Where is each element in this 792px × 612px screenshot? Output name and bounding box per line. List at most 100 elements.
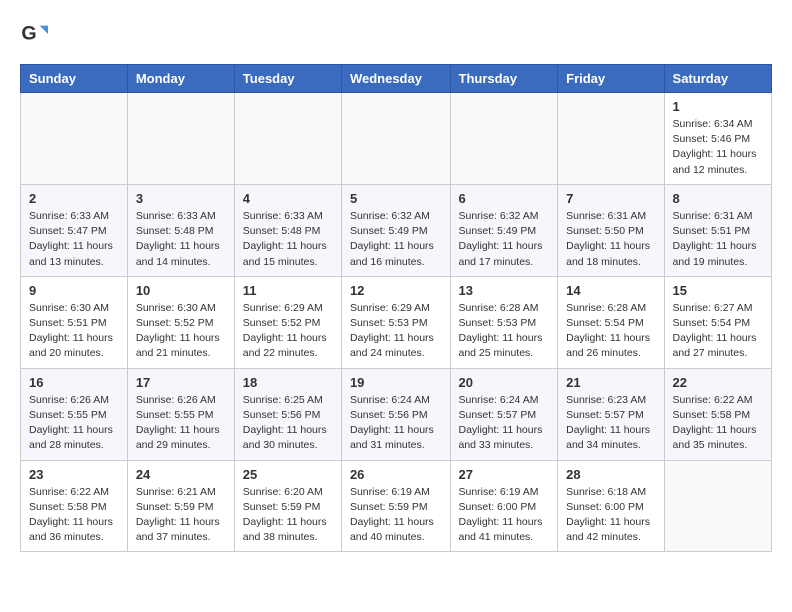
- calendar-cell: [664, 460, 771, 552]
- day-number: 15: [673, 283, 763, 298]
- week-row-1: 1 Sunrise: 6:34 AM Sunset: 5:46 PM Daylig…: [21, 93, 772, 185]
- calendar-cell: 24 Sunrise: 6:21 AM Sunset: 5:59 PM Dayli…: [127, 460, 234, 552]
- day-number: 24: [136, 467, 226, 482]
- weekday-header-tuesday: Tuesday: [234, 65, 341, 93]
- day-info: Sunrise: 6:26 AM Sunset: 5:55 PM Dayligh…: [29, 393, 119, 454]
- weekday-header-wednesday: Wednesday: [341, 65, 450, 93]
- day-info: Sunrise: 6:26 AM Sunset: 5:55 PM Dayligh…: [136, 393, 226, 454]
- day-info: Sunrise: 6:30 AM Sunset: 5:51 PM Dayligh…: [29, 301, 119, 362]
- calendar-cell: 17 Sunrise: 6:26 AM Sunset: 5:55 PM Dayli…: [127, 368, 234, 460]
- calendar-cell: 11 Sunrise: 6:29 AM Sunset: 5:52 PM Dayli…: [234, 276, 341, 368]
- day-info: Sunrise: 6:34 AM Sunset: 5:46 PM Dayligh…: [673, 117, 763, 178]
- day-number: 16: [29, 375, 119, 390]
- calendar-cell: 4 Sunrise: 6:33 AM Sunset: 5:48 PM Daylig…: [234, 184, 341, 276]
- calendar-cell: [341, 93, 450, 185]
- day-number: 2: [29, 191, 119, 206]
- day-number: 21: [566, 375, 655, 390]
- day-info: Sunrise: 6:30 AM Sunset: 5:52 PM Dayligh…: [136, 301, 226, 362]
- day-info: Sunrise: 6:29 AM Sunset: 5:52 PM Dayligh…: [243, 301, 333, 362]
- calendar-cell: 15Sunrise: 6:27 AM Sunset: 5:54 PM Dayli…: [664, 276, 771, 368]
- day-info: Sunrise: 6:29 AM Sunset: 5:53 PM Dayligh…: [350, 301, 442, 362]
- logo: G: [20, 20, 52, 48]
- calendar-cell: 23 Sunrise: 6:22 AM Sunset: 5:58 PM Dayli…: [21, 460, 128, 552]
- calendar-cell: [234, 93, 341, 185]
- calendar-cell: 9 Sunrise: 6:30 AM Sunset: 5:51 PM Daylig…: [21, 276, 128, 368]
- calendar-cell: 25 Sunrise: 6:20 AM Sunset: 5:59 PM Dayli…: [234, 460, 341, 552]
- calendar-cell: 20 Sunrise: 6:24 AM Sunset: 5:57 PM Dayli…: [450, 368, 558, 460]
- calendar-cell: 12 Sunrise: 6:29 AM Sunset: 5:53 PM Dayli…: [341, 276, 450, 368]
- calendar-cell: 6Sunrise: 6:32 AM Sunset: 5:49 PM Daylig…: [450, 184, 558, 276]
- calendar-cell: 3 Sunrise: 6:33 AM Sunset: 5:48 PM Daylig…: [127, 184, 234, 276]
- day-info: Sunrise: 6:28 AM Sunset: 5:54 PM Dayligh…: [566, 301, 655, 362]
- day-info: Sunrise: 6:21 AM Sunset: 5:59 PM Dayligh…: [136, 485, 226, 546]
- calendar-cell: [21, 93, 128, 185]
- calendar-cell: 26 Sunrise: 6:19 AM Sunset: 5:59 PM Dayli…: [341, 460, 450, 552]
- day-number: 25: [243, 467, 333, 482]
- calendar-cell: 19 Sunrise: 6:24 AM Sunset: 5:56 PM Dayli…: [341, 368, 450, 460]
- day-info: Sunrise: 6:33 AM Sunset: 5:47 PM Dayligh…: [29, 209, 119, 270]
- weekday-header-thursday: Thursday: [450, 65, 558, 93]
- day-number: 4: [243, 191, 333, 206]
- weekday-header-row: SundayMondayTuesdayWednesdayThursdayFrid…: [21, 65, 772, 93]
- day-number: 7: [566, 191, 655, 206]
- day-number: 1: [673, 99, 763, 114]
- day-number: 23: [29, 467, 119, 482]
- day-number: 17: [136, 375, 226, 390]
- calendar-cell: 7Sunrise: 6:31 AM Sunset: 5:50 PM Daylig…: [558, 184, 664, 276]
- day-number: 11: [243, 283, 333, 298]
- day-info: Sunrise: 6:32 AM Sunset: 5:49 PM Dayligh…: [350, 209, 442, 270]
- day-number: 27: [459, 467, 550, 482]
- day-number: 9: [29, 283, 119, 298]
- day-number: 20: [459, 375, 550, 390]
- day-number: 8: [673, 191, 763, 206]
- day-info: Sunrise: 6:20 AM Sunset: 5:59 PM Dayligh…: [243, 485, 333, 546]
- calendar-cell: 21 Sunrise: 6:23 AM Sunset: 5:57 PM Dayli…: [558, 368, 664, 460]
- day-info: Sunrise: 6:22 AM Sunset: 5:58 PM Dayligh…: [29, 485, 119, 546]
- calendar-cell: 16 Sunrise: 6:26 AM Sunset: 5:55 PM Dayli…: [21, 368, 128, 460]
- day-info: Sunrise: 6:22 AM Sunset: 5:58 PM Dayligh…: [673, 393, 763, 454]
- day-number: 14: [566, 283, 655, 298]
- week-row-4: 16 Sunrise: 6:26 AM Sunset: 5:55 PM Dayli…: [21, 368, 772, 460]
- day-info: Sunrise: 6:23 AM Sunset: 5:57 PM Dayligh…: [566, 393, 655, 454]
- day-info: Sunrise: 6:33 AM Sunset: 5:48 PM Dayligh…: [243, 209, 333, 270]
- calendar-cell: 10 Sunrise: 6:30 AM Sunset: 5:52 PM Dayli…: [127, 276, 234, 368]
- day-info: Sunrise: 6:25 AM Sunset: 5:56 PM Dayligh…: [243, 393, 333, 454]
- day-number: 26: [350, 467, 442, 482]
- calendar-cell: 8 Sunrise: 6:31 AM Sunset: 5:51 PM Daylig…: [664, 184, 771, 276]
- calendar-cell: [127, 93, 234, 185]
- calendar-cell: 18 Sunrise: 6:25 AM Sunset: 5:56 PM Dayli…: [234, 368, 341, 460]
- svg-text:G: G: [21, 23, 36, 45]
- logo-icon: G: [20, 20, 48, 48]
- weekday-header-saturday: Saturday: [664, 65, 771, 93]
- day-info: Sunrise: 6:28 AM Sunset: 5:53 PM Dayligh…: [459, 301, 550, 362]
- day-info: Sunrise: 6:18 AM Sunset: 6:00 PM Dayligh…: [566, 485, 655, 546]
- weekday-header-friday: Friday: [558, 65, 664, 93]
- day-number: 18: [243, 375, 333, 390]
- weekday-header-sunday: Sunday: [21, 65, 128, 93]
- page-header: G: [20, 20, 772, 48]
- calendar-cell: 5 Sunrise: 6:32 AM Sunset: 5:49 PM Daylig…: [341, 184, 450, 276]
- day-number: 12: [350, 283, 442, 298]
- day-info: Sunrise: 6:24 AM Sunset: 5:56 PM Dayligh…: [350, 393, 442, 454]
- day-info: Sunrise: 6:32 AM Sunset: 5:49 PM Dayligh…: [459, 209, 550, 270]
- day-number: 28: [566, 467, 655, 482]
- day-info: Sunrise: 6:19 AM Sunset: 6:00 PM Dayligh…: [459, 485, 550, 546]
- week-row-3: 9 Sunrise: 6:30 AM Sunset: 5:51 PM Daylig…: [21, 276, 772, 368]
- day-number: 22: [673, 375, 763, 390]
- day-number: 3: [136, 191, 226, 206]
- week-row-5: 23 Sunrise: 6:22 AM Sunset: 5:58 PM Dayli…: [21, 460, 772, 552]
- calendar-cell: 2 Sunrise: 6:33 AM Sunset: 5:47 PM Daylig…: [21, 184, 128, 276]
- weekday-header-monday: Monday: [127, 65, 234, 93]
- day-info: Sunrise: 6:33 AM Sunset: 5:48 PM Dayligh…: [136, 209, 226, 270]
- calendar-cell: [558, 93, 664, 185]
- calendar-cell: 14 Sunrise: 6:28 AM Sunset: 5:54 PM Dayli…: [558, 276, 664, 368]
- day-number: 13: [459, 283, 550, 298]
- calendar-cell: 1 Sunrise: 6:34 AM Sunset: 5:46 PM Daylig…: [664, 93, 771, 185]
- day-number: 5: [350, 191, 442, 206]
- calendar-cell: 13 Sunrise: 6:28 AM Sunset: 5:53 PM Dayli…: [450, 276, 558, 368]
- day-number: 19: [350, 375, 442, 390]
- day-info: Sunrise: 6:31 AM Sunset: 5:51 PM Dayligh…: [673, 209, 763, 270]
- day-info: Sunrise: 6:19 AM Sunset: 5:59 PM Dayligh…: [350, 485, 442, 546]
- day-info: Sunrise: 6:24 AM Sunset: 5:57 PM Dayligh…: [459, 393, 550, 454]
- day-number: 10: [136, 283, 226, 298]
